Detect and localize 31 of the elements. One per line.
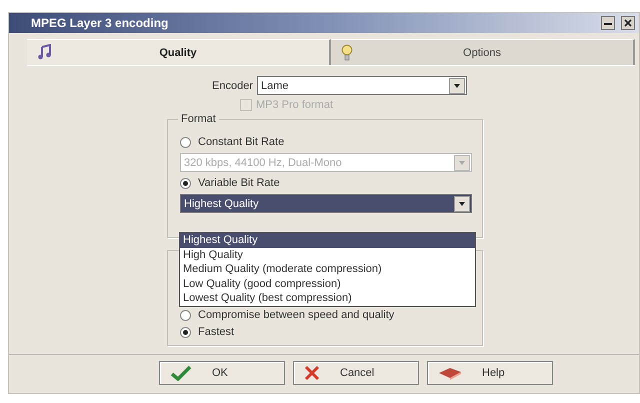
group-legend: Format <box>178 113 219 125</box>
window-title: MPEG Layer 3 encoding <box>31 16 168 30</box>
radio-button[interactable] <box>180 310 191 320</box>
radio-button[interactable] <box>180 178 191 188</box>
list-option[interactable]: Low Quality (good compression) <box>180 276 475 291</box>
light-bulb-icon <box>341 44 353 62</box>
radio-button[interactable] <box>180 136 191 148</box>
radio-label: Variable Bit Rate <box>198 177 280 189</box>
music-note-icon <box>37 44 53 60</box>
radio-label: Fastest <box>198 326 234 338</box>
list-option[interactable]: Highest Quality <box>180 233 475 248</box>
encoder-label: Encoder <box>212 80 253 92</box>
book-icon <box>438 366 462 380</box>
quality-dropdown[interactable]: Highest Quality <box>180 194 472 213</box>
check-mark-icon <box>170 365 192 381</box>
close-icon[interactable] <box>621 16 635 30</box>
encoder-dropdown[interactable]: Lame <box>256 76 467 95</box>
list-option[interactable]: Medium Quality (moderate compression) <box>180 262 475 276</box>
cross-icon <box>304 365 320 381</box>
list-option[interactable]: Lowest Quality (best compression) <box>180 291 475 306</box>
radio-label: Compromise between speed and quality <box>198 309 394 321</box>
cancel-button[interactable]: Cancel <box>293 361 419 385</box>
ok-button[interactable]: OK <box>159 361 285 385</box>
help-button[interactable]: Help <box>427 361 553 385</box>
radio-label: Constant Bit Rate <box>198 136 284 148</box>
tab[interactable]: Options <box>331 39 635 65</box>
tab[interactable]: Quality <box>27 39 331 65</box>
list-option[interactable]: High Quality <box>180 248 475 262</box>
checkbox-label: MP3 Pro format <box>256 99 334 111</box>
radio-button[interactable] <box>180 326 191 338</box>
minimize-icon[interactable] <box>601 16 615 30</box>
